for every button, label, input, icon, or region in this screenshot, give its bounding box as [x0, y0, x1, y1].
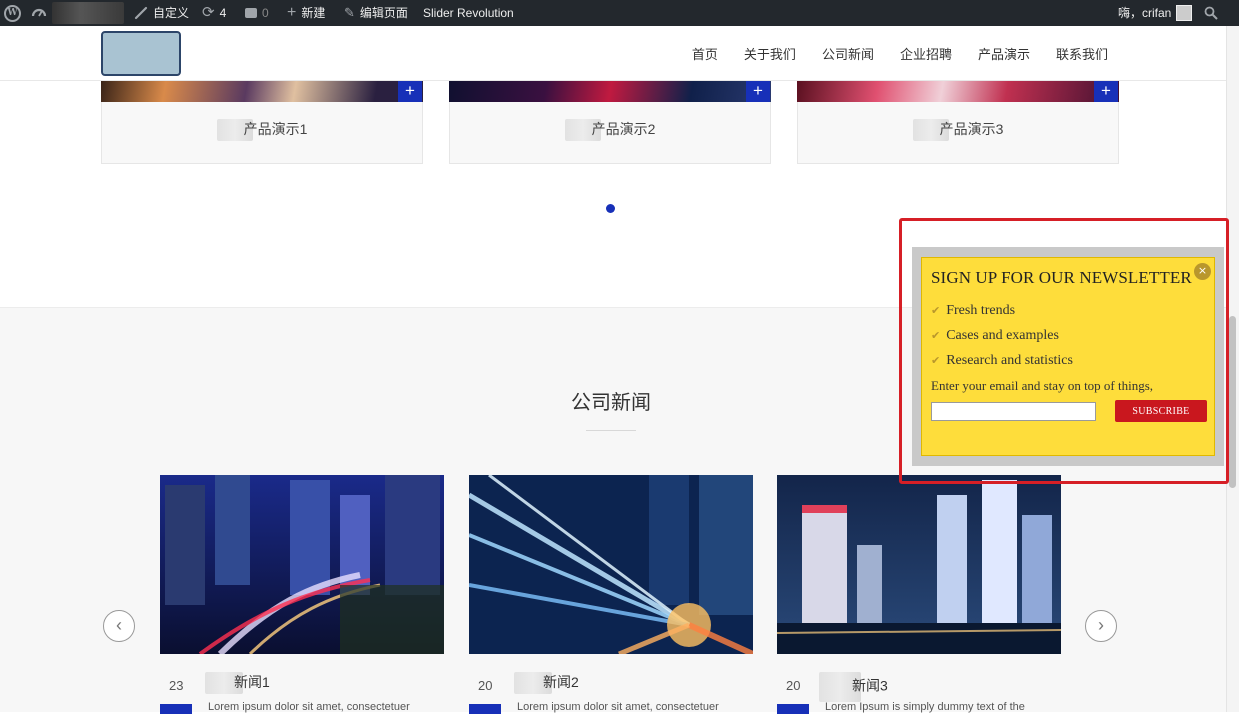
main-nav: 首页 关于我们 公司新闻 企业招聘 产品演示 联系我们	[692, 26, 1108, 81]
customize-label: 自定义	[153, 6, 190, 20]
product-title[interactable]: 产品演示2	[450, 119, 770, 142]
heading-divider	[586, 430, 636, 431]
check-icon: ✔	[931, 329, 941, 342]
product-title[interactable]: 产品演示3	[798, 119, 1118, 142]
newsletter-popup: SIGN UP FOR OUR NEWSLETTER × ✔ Fresh tren…	[921, 257, 1215, 456]
slider-revolution-label: Slider Revolution	[423, 6, 514, 20]
wordpress-icon: W	[4, 4, 21, 22]
product-card[interactable]: + 产品演示1	[101, 81, 423, 164]
site-header: 首页 关于我们 公司新闻 企业招聘 产品演示 联系我们	[0, 26, 1226, 81]
carousel-prev-button[interactable]: ‹	[103, 610, 135, 642]
nav-item-jobs[interactable]: 企业招聘	[900, 44, 952, 63]
news-image[interactable]	[469, 475, 753, 654]
comments-menu[interactable]: 0	[245, 0, 269, 26]
pencil-icon: ✎	[344, 5, 355, 20]
plus-icon: +	[287, 4, 297, 21]
avatar	[1176, 5, 1193, 21]
news-title[interactable]: 新闻2	[514, 672, 579, 695]
skyscrapers-image	[777, 475, 1061, 654]
close-button[interactable]: ×	[1194, 263, 1211, 280]
check-icon: ✔	[931, 304, 941, 317]
nav-item-contact[interactable]: 联系我们	[1056, 44, 1108, 63]
site-name-menu[interactable]	[52, 2, 124, 24]
check-icon: ✔	[931, 354, 941, 367]
product-image	[797, 81, 1119, 102]
new-content-menu[interactable]: + 新建	[287, 0, 325, 26]
product-card[interactable]: + 产品演示2	[449, 81, 771, 164]
product-card[interactable]: + 产品演示3	[797, 81, 1119, 164]
site-logo[interactable]	[101, 31, 181, 76]
news-image[interactable]	[777, 475, 1061, 654]
greeting-label: 嗨，crifan	[1118, 6, 1172, 20]
product-title[interactable]: 产品演示1	[102, 119, 422, 142]
nav-item-news[interactable]: 公司新闻	[822, 44, 874, 63]
new-label: 新建	[301, 6, 326, 20]
news-title[interactable]: 新闻3	[819, 672, 888, 702]
scrollbar-thumb[interactable]	[1229, 316, 1236, 488]
plus-icon[interactable]: +	[1094, 81, 1118, 102]
chevron-right-icon: ›	[1098, 615, 1104, 635]
news-date-day: 20	[478, 678, 493, 693]
dashboard-icon	[31, 8, 47, 17]
city-night-image	[160, 475, 444, 654]
product-image	[449, 81, 771, 102]
wp-logo-menu[interactable]: W	[4, 0, 21, 26]
dashboard-menu[interactable]	[31, 0, 47, 26]
close-icon: ×	[1197, 264, 1208, 277]
admin-bar: W 自定义 ⟳ 4 0 + 新建 ✎ 编辑页面 Slider Revolutio…	[0, 0, 1239, 26]
paintbrush-icon	[134, 6, 148, 20]
comment-icon	[245, 8, 257, 18]
news-date-day: 20	[786, 678, 801, 693]
carousel-dot[interactable]	[606, 204, 615, 213]
newsletter-hint: Enter your email and stay on top of thin…	[931, 378, 1154, 393]
edit-page-menu[interactable]: ✎ 编辑页面	[344, 0, 408, 26]
nav-item-about[interactable]: 关于我们	[744, 44, 796, 63]
news-month-badge	[160, 704, 192, 714]
nav-item-products[interactable]: 产品演示	[978, 44, 1030, 63]
newsletter-bullet: ✔ Research and statistics	[931, 353, 1073, 368]
search-icon	[1204, 6, 1218, 20]
account-menu[interactable]: 嗨，crifan	[1118, 0, 1193, 26]
news-image[interactable]	[160, 475, 444, 654]
email-field[interactable]	[931, 402, 1096, 421]
news-excerpt: Lorem Ipsum is simply dummy text of the	[825, 701, 1025, 713]
news-excerpt: Lorem ipsum dolor sit amet, consectetuer	[208, 701, 410, 713]
light-trails-image	[469, 475, 753, 654]
product-image	[101, 81, 423, 102]
news-month-badge	[469, 704, 501, 714]
chevron-left-icon: ‹	[116, 615, 122, 635]
newsletter-bullet: ✔ Cases and examples	[931, 328, 1059, 343]
plus-icon[interactable]: +	[398, 81, 422, 102]
updates-menu[interactable]: ⟳ 4	[202, 0, 226, 26]
carousel-next-button[interactable]: ›	[1085, 610, 1117, 642]
customize-menu[interactable]: 自定义	[134, 0, 189, 26]
newsletter-title: SIGN UP FOR OUR NEWSLETTER	[931, 268, 1192, 287]
news-date-day: 23	[169, 678, 184, 693]
plus-icon[interactable]: +	[746, 81, 770, 102]
updates-count: 4	[219, 6, 227, 20]
admin-search[interactable]	[1204, 0, 1218, 26]
slider-revolution-menu[interactable]: Slider Revolution	[423, 0, 514, 26]
subscribe-button[interactable]: SUBSCRIBE	[1115, 400, 1207, 422]
news-month-badge	[777, 704, 809, 714]
nav-item-home[interactable]: 首页	[692, 44, 718, 63]
news-excerpt: Lorem ipsum dolor sit amet, consectetuer	[517, 701, 719, 713]
newsletter-bullet: ✔ Fresh trends	[931, 303, 1016, 318]
edit-page-label: 编辑页面	[359, 6, 408, 20]
comments-count: 0	[262, 6, 269, 20]
refresh-icon: ⟳	[202, 4, 215, 21]
news-title[interactable]: 新闻1	[205, 672, 270, 695]
